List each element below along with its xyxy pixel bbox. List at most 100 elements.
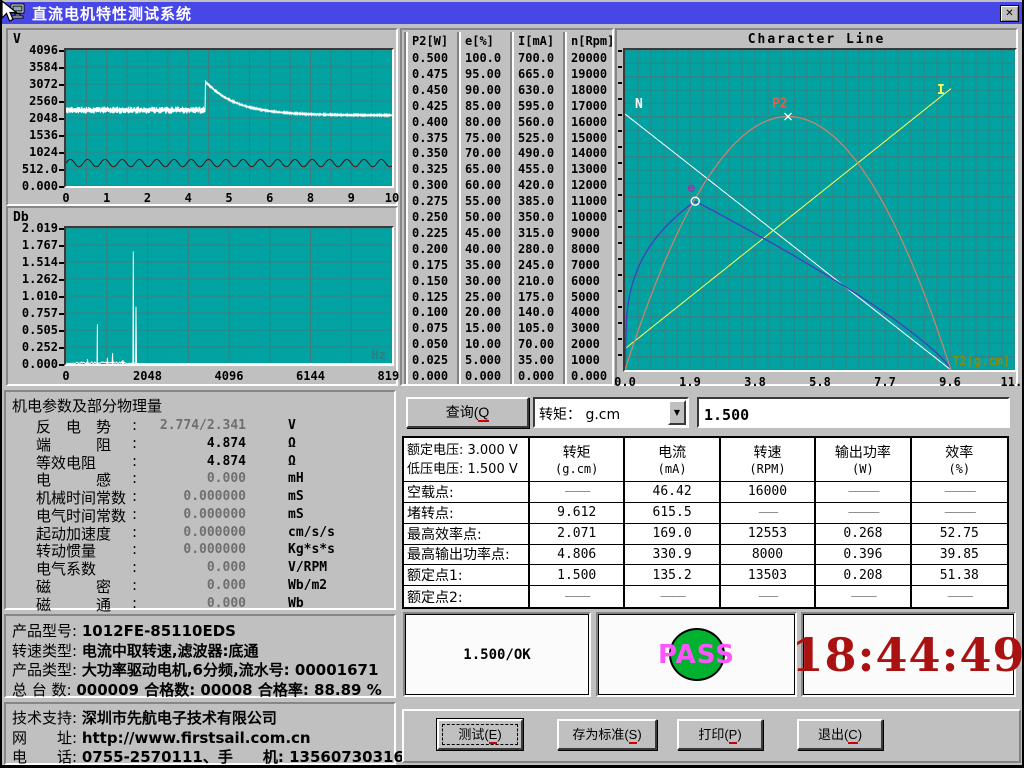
table-cell: ———— bbox=[912, 586, 1007, 607]
table-cell-value: ————— bbox=[848, 484, 877, 499]
scale-value: 10.00 bbox=[465, 337, 501, 351]
param-unit: Kg*s*s bbox=[288, 540, 335, 557]
action-button-C[interactable]: 退出(C) bbox=[797, 719, 883, 750]
table-cell: 330.9 bbox=[625, 545, 720, 566]
scale-value: 0.125 bbox=[412, 290, 448, 304]
info-value: 0755-2570111、手 机: 13560730316 bbox=[82, 748, 404, 766]
table-header-cell: 效率(%) bbox=[912, 438, 1007, 482]
table-cell: ————— bbox=[816, 503, 911, 524]
column-unit: (g.cm) bbox=[555, 462, 598, 476]
info-line: 总 台 数: 000009 合格数: 00008 合格率: 88.89 % bbox=[12, 679, 392, 700]
info-label: 网 址: bbox=[12, 729, 82, 747]
character-line-title: Character Line bbox=[617, 32, 1016, 47]
info-label: 转速类型: bbox=[12, 642, 82, 660]
action-button-text: ) bbox=[497, 727, 501, 742]
window-title: 直流电机特性测试系统 bbox=[32, 3, 192, 24]
scale-value: 420.0 bbox=[518, 178, 554, 192]
param-row: 转动惯量:0.000000Kg*s*s bbox=[6, 540, 394, 557]
param-row: 反 电 势:2.774/2.341V bbox=[6, 416, 394, 433]
table-cell: 51.38 bbox=[912, 565, 1007, 586]
table-cell: 16000 bbox=[721, 482, 816, 503]
scale-value: 0.300 bbox=[412, 178, 448, 192]
scale-value: 0.375 bbox=[412, 131, 448, 145]
action-button-S[interactable]: 存为标准(S) bbox=[557, 719, 657, 750]
clock-display: 18:44:49 bbox=[801, 612, 1016, 697]
character-x-tick-label: 3.8 bbox=[744, 375, 766, 389]
table-cell-value: 0.208 bbox=[843, 568, 882, 583]
app-root: { "window": {"title": "直流电机特性测试系统"}, "ic… bbox=[0, 0, 1024, 768]
info-line: 网 址: http://www.firstsail.com.cn bbox=[12, 727, 392, 748]
table-row-label: 额定点2: bbox=[404, 586, 530, 607]
table-cell-value: 615.5 bbox=[653, 505, 692, 520]
scale-value: 15000 bbox=[571, 131, 607, 145]
close-button[interactable]: ✕ bbox=[1000, 5, 1019, 22]
spectrum-x-tick-label: 4096 bbox=[215, 369, 244, 383]
param-value: 0.000 bbox=[134, 469, 246, 486]
table-cell: ————— bbox=[912, 482, 1007, 503]
scale-value: 17000 bbox=[571, 99, 607, 113]
param-value: 0.000 bbox=[134, 576, 246, 593]
chevron-down-icon[interactable]: ▼ bbox=[668, 400, 686, 425]
action-button-text: ) bbox=[858, 727, 862, 742]
scale-value: 4000 bbox=[571, 305, 600, 319]
action-button-E[interactable]: 测试(E) bbox=[437, 719, 523, 750]
param-label: 磁 通 bbox=[36, 594, 132, 615]
table-header-cell: 转速(RPM) bbox=[721, 438, 816, 482]
column-unit: (W) bbox=[852, 462, 874, 476]
param-row: 等效电阻:4.874Ω bbox=[6, 452, 394, 469]
param-value: 2.774/2.341 bbox=[134, 416, 246, 433]
table-cell-value: 8000 bbox=[752, 547, 783, 562]
scope-x-tick-label: 0 bbox=[62, 191, 69, 205]
query-button[interactable]: 查询(Q bbox=[406, 397, 529, 428]
info-label: 电 话: bbox=[12, 748, 82, 766]
column-name: 输出功率 bbox=[835, 444, 891, 462]
query-value-input[interactable] bbox=[697, 397, 1010, 428]
scale-column-I[mA]: I[mA]700.0665.0630.0595.0560.0525.0490.0… bbox=[510, 32, 563, 384]
info-value: 1012FE-85110EDS bbox=[82, 622, 236, 640]
scope-x-tick-label: 4 bbox=[185, 191, 192, 205]
scale-value: 8000 bbox=[571, 242, 600, 256]
table-cell: 0.208 bbox=[816, 565, 911, 586]
table-cell-value: 12553 bbox=[748, 526, 787, 541]
table-cell: 12553 bbox=[721, 524, 816, 545]
action-button-P[interactable]: 打印(P) bbox=[677, 719, 763, 750]
spectrum-y-tick-label: 0.000 bbox=[10, 357, 58, 371]
scope-x-tick-label: 2 bbox=[144, 191, 151, 205]
scale-value: 20000 bbox=[571, 51, 607, 65]
torque-axis-label: T2[g.cm] bbox=[952, 354, 1010, 368]
param-row: 电气时间常数:0.000000mS bbox=[6, 505, 394, 522]
action-button-text: 退出( bbox=[818, 727, 848, 742]
table-cell-value: 13503 bbox=[748, 568, 787, 583]
scope-y-tick-label: 1536 bbox=[10, 128, 58, 142]
info-line: 产品类型: 大功率驱动电机,6分频,流水号: 00001671 bbox=[12, 659, 392, 680]
voltage-spec-line: 低压电压: 1.500 V bbox=[407, 460, 518, 479]
param-unit: Wb/m2 bbox=[288, 576, 327, 593]
scope-x-tick-label: 1 bbox=[103, 191, 110, 205]
scale-readout-panel: P2[W]0.5000.4750.4500.4250.4000.3750.350… bbox=[400, 28, 614, 386]
info-line: 产品型号: 1012FE-85110EDS bbox=[12, 620, 392, 641]
info-value: 大功率驱动电机,6分频,流水号: 00001671 bbox=[82, 661, 379, 679]
scale-value: 100.0 bbox=[465, 51, 501, 65]
table-cell: 2.071 bbox=[530, 524, 625, 545]
table-cell-value: ———— bbox=[660, 589, 683, 604]
query-type-dropdown[interactable]: 转矩： g.cm ▼ bbox=[533, 397, 689, 428]
table-cell: ———— bbox=[530, 586, 625, 607]
table-cell-value: 0.396 bbox=[843, 547, 882, 562]
info-value: 深圳市先航电子技术有限公司 bbox=[82, 709, 277, 727]
spectrum-y-tick-label: 1.514 bbox=[10, 255, 58, 269]
scale-value: 0.475 bbox=[412, 67, 448, 81]
scale-value: 11000 bbox=[571, 194, 607, 208]
scope-y-tick-label: 2048 bbox=[10, 111, 58, 125]
spectrum-panel: Db 2.0191.7671.5141.2621.0100.7570.5050.… bbox=[6, 206, 398, 386]
voltage-scope-panel: V 4096358430722560204815361024512.00.000… bbox=[6, 28, 398, 206]
scale-value: 210.0 bbox=[518, 274, 554, 288]
scale-value: 0.050 bbox=[412, 337, 448, 351]
scale-column-n[Rpm]: n[Rpm]2000019000180001700016000150001400… bbox=[563, 32, 616, 384]
curve-label-I: I bbox=[937, 83, 945, 98]
title-bar[interactable]: 直流电机特性测试系统 ✕ bbox=[2, 2, 1022, 24]
param-row: 磁 密:0.000Wb/m2 bbox=[6, 576, 394, 593]
table-cell: 8000 bbox=[721, 545, 816, 566]
scale-value: 0.225 bbox=[412, 226, 448, 240]
param-value: 0.000000 bbox=[134, 505, 246, 522]
scale-value: 0.000 bbox=[518, 369, 554, 383]
